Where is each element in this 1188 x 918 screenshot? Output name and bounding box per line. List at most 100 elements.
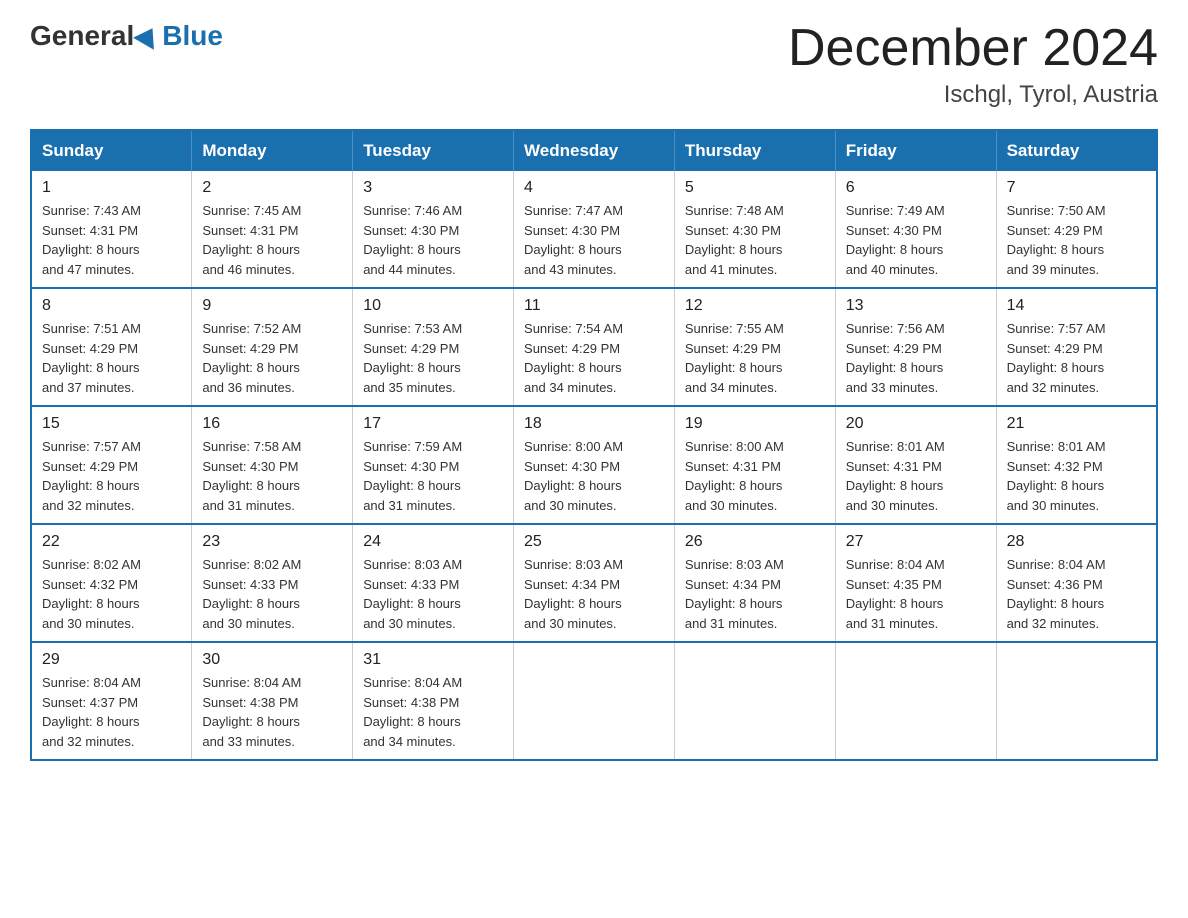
day-info: Sunrise: 8:00 AMSunset: 4:31 PMDaylight:… <box>685 437 825 515</box>
calendar-cell: 24 Sunrise: 8:03 AMSunset: 4:33 PMDaylig… <box>353 524 514 642</box>
weekday-header-friday: Friday <box>835 130 996 171</box>
day-number: 17 <box>363 415 503 433</box>
calendar-cell: 20 Sunrise: 8:01 AMSunset: 4:31 PMDaylig… <box>835 406 996 524</box>
day-number: 12 <box>685 297 825 315</box>
day-number: 10 <box>363 297 503 315</box>
calendar-cell: 14 Sunrise: 7:57 AMSunset: 4:29 PMDaylig… <box>996 288 1157 406</box>
day-number: 9 <box>202 297 342 315</box>
day-info: Sunrise: 8:02 AMSunset: 4:33 PMDaylight:… <box>202 555 342 633</box>
day-info: Sunrise: 7:51 AMSunset: 4:29 PMDaylight:… <box>42 319 181 397</box>
day-number: 3 <box>363 179 503 197</box>
calendar-cell: 28 Sunrise: 8:04 AMSunset: 4:36 PMDaylig… <box>996 524 1157 642</box>
day-number: 4 <box>524 179 664 197</box>
day-number: 11 <box>524 297 664 315</box>
weekday-header-monday: Monday <box>192 130 353 171</box>
calendar-cell: 6 Sunrise: 7:49 AMSunset: 4:30 PMDayligh… <box>835 171 996 288</box>
day-info: Sunrise: 8:01 AMSunset: 4:31 PMDaylight:… <box>846 437 986 515</box>
day-number: 30 <box>202 651 342 669</box>
calendar-cell: 16 Sunrise: 7:58 AMSunset: 4:30 PMDaylig… <box>192 406 353 524</box>
day-info: Sunrise: 8:03 AMSunset: 4:33 PMDaylight:… <box>363 555 503 633</box>
day-info: Sunrise: 8:00 AMSunset: 4:30 PMDaylight:… <box>524 437 664 515</box>
day-number: 6 <box>846 179 986 197</box>
logo-general-text: General <box>30 20 134 52</box>
week-row-2: 8 Sunrise: 7:51 AMSunset: 4:29 PMDayligh… <box>31 288 1157 406</box>
page-header: General Blue December 2024 Ischgl, Tyrol… <box>30 20 1158 109</box>
week-row-4: 22 Sunrise: 8:02 AMSunset: 4:32 PMDaylig… <box>31 524 1157 642</box>
calendar-cell: 9 Sunrise: 7:52 AMSunset: 4:29 PMDayligh… <box>192 288 353 406</box>
day-number: 5 <box>685 179 825 197</box>
calendar-cell: 5 Sunrise: 7:48 AMSunset: 4:30 PMDayligh… <box>674 171 835 288</box>
calendar-cell: 7 Sunrise: 7:50 AMSunset: 4:29 PMDayligh… <box>996 171 1157 288</box>
day-number: 22 <box>42 533 181 551</box>
calendar-cell: 3 Sunrise: 7:46 AMSunset: 4:30 PMDayligh… <box>353 171 514 288</box>
day-info: Sunrise: 7:52 AMSunset: 4:29 PMDaylight:… <box>202 319 342 397</box>
day-info: Sunrise: 7:56 AMSunset: 4:29 PMDaylight:… <box>846 319 986 397</box>
day-info: Sunrise: 7:48 AMSunset: 4:30 PMDaylight:… <box>685 201 825 279</box>
calendar-cell: 17 Sunrise: 7:59 AMSunset: 4:30 PMDaylig… <box>353 406 514 524</box>
calendar-cell: 25 Sunrise: 8:03 AMSunset: 4:34 PMDaylig… <box>514 524 675 642</box>
day-number: 23 <box>202 533 342 551</box>
calendar-cell: 8 Sunrise: 7:51 AMSunset: 4:29 PMDayligh… <box>31 288 192 406</box>
day-number: 29 <box>42 651 181 669</box>
day-number: 15 <box>42 415 181 433</box>
weekday-header-wednesday: Wednesday <box>514 130 675 171</box>
calendar-cell <box>514 642 675 760</box>
calendar-cell <box>996 642 1157 760</box>
day-info: Sunrise: 7:53 AMSunset: 4:29 PMDaylight:… <box>363 319 503 397</box>
day-info: Sunrise: 7:45 AMSunset: 4:31 PMDaylight:… <box>202 201 342 279</box>
location-subtitle: Ischgl, Tyrol, Austria <box>788 81 1158 109</box>
day-info: Sunrise: 7:57 AMSunset: 4:29 PMDaylight:… <box>42 437 181 515</box>
day-number: 26 <box>685 533 825 551</box>
calendar-table: SundayMondayTuesdayWednesdayThursdayFrid… <box>30 129 1158 761</box>
calendar-cell: 30 Sunrise: 8:04 AMSunset: 4:38 PMDaylig… <box>192 642 353 760</box>
day-number: 2 <box>202 179 342 197</box>
day-number: 7 <box>1007 179 1146 197</box>
day-info: Sunrise: 7:46 AMSunset: 4:30 PMDaylight:… <box>363 201 503 279</box>
weekday-header-tuesday: Tuesday <box>353 130 514 171</box>
weekday-header-saturday: Saturday <box>996 130 1157 171</box>
day-info: Sunrise: 8:04 AMSunset: 4:37 PMDaylight:… <box>42 673 181 751</box>
day-number: 25 <box>524 533 664 551</box>
weekday-header-row: SundayMondayTuesdayWednesdayThursdayFrid… <box>31 130 1157 171</box>
day-info: Sunrise: 8:02 AMSunset: 4:32 PMDaylight:… <box>42 555 181 633</box>
day-info: Sunrise: 8:04 AMSunset: 4:36 PMDaylight:… <box>1007 555 1146 633</box>
calendar-cell: 27 Sunrise: 8:04 AMSunset: 4:35 PMDaylig… <box>835 524 996 642</box>
day-info: Sunrise: 8:04 AMSunset: 4:38 PMDaylight:… <box>202 673 342 751</box>
calendar-cell: 4 Sunrise: 7:47 AMSunset: 4:30 PMDayligh… <box>514 171 675 288</box>
day-number: 13 <box>846 297 986 315</box>
day-info: Sunrise: 7:43 AMSunset: 4:31 PMDaylight:… <box>42 201 181 279</box>
day-number: 24 <box>363 533 503 551</box>
day-info: Sunrise: 7:54 AMSunset: 4:29 PMDaylight:… <box>524 319 664 397</box>
day-info: Sunrise: 8:03 AMSunset: 4:34 PMDaylight:… <box>685 555 825 633</box>
calendar-cell: 29 Sunrise: 8:04 AMSunset: 4:37 PMDaylig… <box>31 642 192 760</box>
weekday-header-sunday: Sunday <box>31 130 192 171</box>
day-info: Sunrise: 7:58 AMSunset: 4:30 PMDaylight:… <box>202 437 342 515</box>
calendar-cell: 31 Sunrise: 8:04 AMSunset: 4:38 PMDaylig… <box>353 642 514 760</box>
day-number: 18 <box>524 415 664 433</box>
day-number: 31 <box>363 651 503 669</box>
logo-blue-text: Blue <box>162 20 223 52</box>
week-row-5: 29 Sunrise: 8:04 AMSunset: 4:37 PMDaylig… <box>31 642 1157 760</box>
calendar-cell <box>674 642 835 760</box>
calendar-cell: 12 Sunrise: 7:55 AMSunset: 4:29 PMDaylig… <box>674 288 835 406</box>
title-area: December 2024 Ischgl, Tyrol, Austria <box>788 20 1158 109</box>
calendar-cell <box>835 642 996 760</box>
week-row-3: 15 Sunrise: 7:57 AMSunset: 4:29 PMDaylig… <box>31 406 1157 524</box>
calendar-cell: 11 Sunrise: 7:54 AMSunset: 4:29 PMDaylig… <box>514 288 675 406</box>
day-info: Sunrise: 7:59 AMSunset: 4:30 PMDaylight:… <box>363 437 503 515</box>
day-number: 8 <box>42 297 181 315</box>
calendar-cell: 2 Sunrise: 7:45 AMSunset: 4:31 PMDayligh… <box>192 171 353 288</box>
day-info: Sunrise: 7:55 AMSunset: 4:29 PMDaylight:… <box>685 319 825 397</box>
calendar-cell: 21 Sunrise: 8:01 AMSunset: 4:32 PMDaylig… <box>996 406 1157 524</box>
weekday-header-thursday: Thursday <box>674 130 835 171</box>
day-number: 20 <box>846 415 986 433</box>
day-info: Sunrise: 8:01 AMSunset: 4:32 PMDaylight:… <box>1007 437 1146 515</box>
day-number: 19 <box>685 415 825 433</box>
day-number: 27 <box>846 533 986 551</box>
day-info: Sunrise: 7:57 AMSunset: 4:29 PMDaylight:… <box>1007 319 1146 397</box>
calendar-cell: 23 Sunrise: 8:02 AMSunset: 4:33 PMDaylig… <box>192 524 353 642</box>
day-number: 1 <box>42 179 181 197</box>
calendar-cell: 13 Sunrise: 7:56 AMSunset: 4:29 PMDaylig… <box>835 288 996 406</box>
month-title: December 2024 <box>788 20 1158 77</box>
day-number: 16 <box>202 415 342 433</box>
